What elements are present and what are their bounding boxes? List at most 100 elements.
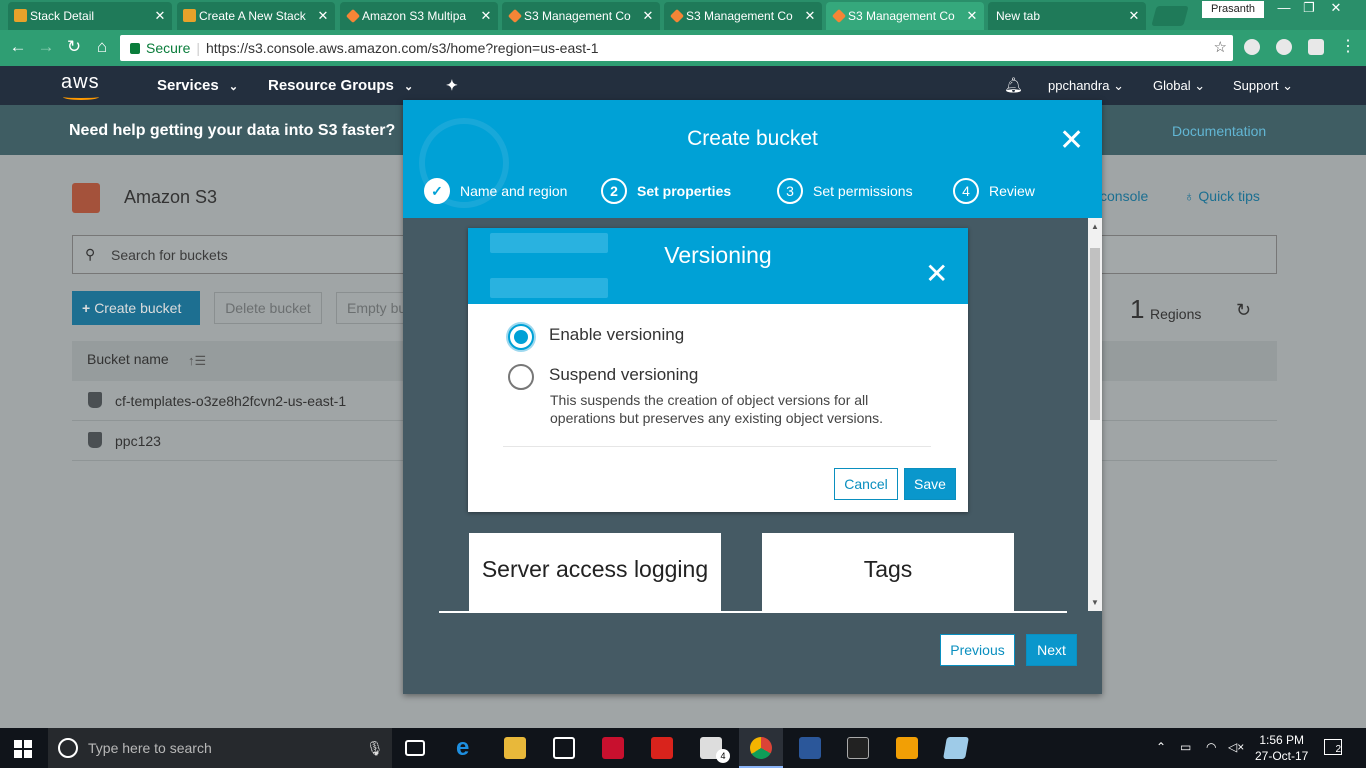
- quick-tips-link[interactable]: ♁ Quick tips: [1184, 188, 1260, 204]
- new-tab-button[interactable]: [1151, 6, 1189, 26]
- refresh-icon[interactable]: ↻: [1236, 300, 1251, 321]
- windows-start-icon[interactable]: [14, 740, 32, 758]
- close-tab-icon[interactable]: ✕: [642, 8, 654, 24]
- home-icon[interactable]: ⌂: [92, 38, 112, 56]
- next-button[interactable]: Next: [1026, 634, 1077, 666]
- scroll-down-icon[interactable]: ▼: [1091, 598, 1099, 607]
- cancel-button[interactable]: Cancel: [834, 468, 898, 500]
- browser-tab-active[interactable]: S3 Management Co ✕: [826, 2, 984, 30]
- microphone-icon[interactable]: 🎙︎: [366, 728, 384, 768]
- extension-power-icon[interactable]: [1244, 39, 1260, 55]
- reload-icon[interactable]: ↻: [64, 38, 84, 56]
- mail-icon[interactable]: 4: [700, 737, 730, 763]
- suspend-versioning-radio[interactable]: [508, 364, 534, 390]
- browser-tab[interactable]: Stack Detail ✕: [8, 2, 172, 30]
- suspend-versioning-label[interactable]: Suspend versioning: [549, 365, 698, 385]
- services-menu[interactable]: Services ⌄: [157, 77, 238, 94]
- step-name-and-region[interactable]: ✓ Name and region: [424, 178, 567, 204]
- modal-header: Create bucket ✕ ✓ Name and region 2 Set pr…: [403, 100, 1102, 218]
- region-menu[interactable]: Global ⌄: [1153, 78, 1205, 94]
- browser-tab[interactable]: Amazon S3 Multipa ✕: [340, 2, 498, 30]
- browser-tab[interactable]: New tab ✕: [988, 2, 1146, 30]
- word-icon[interactable]: [799, 737, 821, 759]
- close-tab-icon[interactable]: ✕: [804, 8, 816, 24]
- step-set-properties[interactable]: 2 Set properties: [601, 178, 731, 204]
- taskbar-search[interactable]: Type here to search 🎙︎: [48, 728, 392, 768]
- battery-icon[interactable]: ▭: [1180, 740, 1191, 754]
- close-tab-icon[interactable]: ✕: [317, 8, 329, 24]
- extension-square-icon[interactable]: [1308, 39, 1324, 55]
- volume-icon[interactable]: ◁×: [1228, 740, 1244, 754]
- browser-tab[interactable]: S3 Management Co ✕: [502, 2, 660, 30]
- store-icon[interactable]: [553, 737, 575, 759]
- lock-icon: [130, 43, 140, 54]
- pin-icon[interactable]: ✦: [446, 77, 458, 94]
- step-review[interactable]: 4 Review: [953, 178, 1035, 204]
- step-set-permissions[interactable]: 3 Set permissions: [777, 178, 913, 204]
- enable-versioning-radio[interactable]: [508, 324, 534, 350]
- tray-chevron-icon[interactable]: ⌃: [1156, 740, 1166, 754]
- close-tab-icon[interactable]: ✕: [1128, 8, 1140, 24]
- close-tab-icon[interactable]: ✕: [966, 8, 978, 24]
- app-icon[interactable]: [943, 737, 969, 759]
- create-bucket-button[interactable]: + Create bucket: [72, 291, 200, 325]
- support-menu[interactable]: Support ⌄: [1233, 78, 1293, 94]
- menu-icon[interactable]: ⋮: [1338, 38, 1358, 56]
- close-icon[interactable]: ✕: [925, 260, 948, 288]
- aws-logo[interactable]: aws: [61, 71, 100, 100]
- scroll-up-icon[interactable]: ▲: [1091, 222, 1099, 231]
- forward-icon[interactable]: →: [36, 38, 56, 56]
- bell-icon[interactable]: 🔔︎: [1004, 76, 1023, 94]
- bucket-name[interactable]: cf-templates-o3ze8h2fcvn2-us-east-1: [115, 393, 346, 409]
- clock[interactable]: 1:56 PM 27-Oct-17: [1255, 732, 1308, 764]
- empty-bucket-button[interactable]: Empty bu: [336, 292, 406, 324]
- save-button[interactable]: Save: [904, 468, 956, 500]
- close-tab-icon[interactable]: ✕: [480, 8, 492, 24]
- versioning-header: Versioning ✕: [468, 228, 968, 304]
- secure-label: Secure: [146, 40, 191, 56]
- back-icon[interactable]: ←: [8, 38, 28, 56]
- search-icon: ⚲: [85, 246, 96, 262]
- scrollbar-thumb[interactable]: [1090, 248, 1100, 420]
- restore-icon[interactable]: ❐: [1297, 0, 1321, 18]
- minimize-icon[interactable]: —: [1272, 0, 1296, 18]
- bookmark-star-icon[interactable]: ☆: [1214, 35, 1227, 61]
- close-tab-icon[interactable]: ✕: [154, 8, 166, 24]
- file-explorer-icon[interactable]: [504, 737, 526, 759]
- user-menu[interactable]: ppchandra ⌄: [1048, 78, 1124, 94]
- bucket-name[interactable]: ppc123: [115, 433, 161, 449]
- modal-title: Create bucket: [687, 127, 818, 150]
- profile-button[interactable]: Prasanth: [1202, 1, 1264, 18]
- sublime-icon[interactable]: [896, 737, 918, 759]
- banner-question: Need help getting your data into S3 fast…: [69, 122, 396, 139]
- pdf-app-icon[interactable]: [651, 737, 673, 759]
- chrome-taskbar-button[interactable]: [739, 728, 783, 768]
- resource-groups-menu[interactable]: Resource Groups ⌄: [268, 77, 413, 94]
- wifi-icon[interactable]: ◠: [1206, 740, 1216, 754]
- browser-tab[interactable]: Create A New Stack ✕: [177, 2, 335, 30]
- url-text: https://s3.console.aws.amazon.com/s3/hom…: [206, 40, 599, 56]
- browser-tab[interactable]: S3 Management Co ✕: [664, 2, 822, 30]
- sort-icon[interactable]: ↑☰: [188, 353, 206, 369]
- close-icon[interactable]: ✕: [1059, 126, 1084, 156]
- delete-bucket-button[interactable]: Delete bucket: [214, 292, 322, 324]
- enable-versioning-label[interactable]: Enable versioning: [549, 325, 684, 345]
- terminal-icon[interactable]: [847, 737, 869, 759]
- chrome-icon: [750, 737, 772, 759]
- divider: [439, 611, 1067, 613]
- documentation-link[interactable]: Documentation: [1172, 123, 1266, 139]
- tags-card[interactable]: Tags: [762, 533, 1014, 613]
- previous-button[interactable]: Previous: [940, 634, 1015, 666]
- close-window-icon[interactable]: ✕: [1324, 0, 1348, 18]
- task-view-icon[interactable]: [405, 740, 425, 756]
- column-bucket-name[interactable]: Bucket name: [87, 351, 169, 367]
- extension-circle-icon[interactable]: [1276, 39, 1292, 55]
- browser-toolbar: ← → ↻ ⌂ Secure | https://s3.console.aws.am…: [0, 30, 1366, 66]
- address-bar[interactable]: Secure | https://s3.console.aws.amazon.com…: [120, 35, 1233, 61]
- console-link[interactable]: console: [1100, 188, 1148, 204]
- mcafee-icon[interactable]: [602, 737, 624, 759]
- notifications-icon[interactable]: 2: [1324, 739, 1342, 755]
- edge-icon[interactable]: e: [456, 736, 478, 760]
- browser-tab-strip: Stack Detail ✕ Create A New Stack ✕ Amazon…: [0, 0, 1366, 30]
- server-access-logging-card[interactable]: Server access logging: [469, 533, 721, 613]
